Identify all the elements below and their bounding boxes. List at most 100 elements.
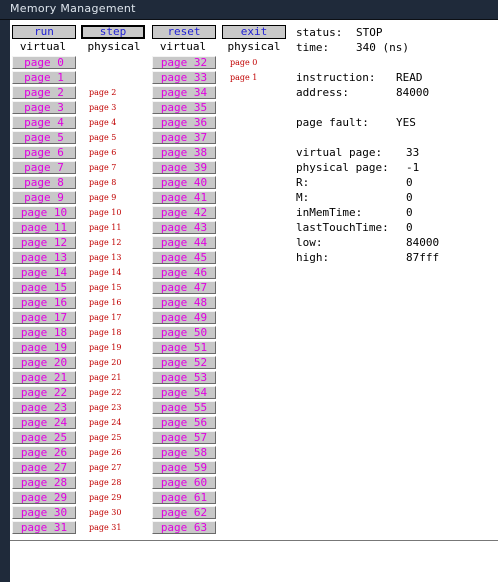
virtual-page-button[interactable]: page 30 (12, 506, 76, 519)
physical-page-label: page 2 (89, 88, 117, 97)
virtual-page-button[interactable]: page 36 (152, 116, 216, 129)
physical-page-label: page 22 (89, 388, 122, 397)
virtual-page-button[interactable]: page 8 (12, 176, 76, 189)
virtual-page-button[interactable]: page 0 (12, 56, 76, 69)
virtual-page-button[interactable]: page 6 (12, 146, 76, 159)
time-value: 340 (ns) (356, 41, 409, 54)
page-fault-value: YES (396, 116, 416, 129)
virtual-page-button[interactable]: page 41 (152, 191, 216, 204)
virtual-page-button[interactable]: page 17 (12, 311, 76, 324)
virtual-page-button[interactable]: page 9 (12, 191, 76, 204)
virtual-page-button[interactable]: page 18 (12, 326, 76, 339)
virtual-page-button[interactable]: page 49 (152, 311, 216, 324)
virtual-page-button[interactable]: page 31 (12, 521, 76, 534)
virtual-page-button[interactable]: page 50 (152, 326, 216, 339)
physical-page-label: page 26 (89, 448, 122, 457)
virtual-page-button[interactable]: page 43 (152, 221, 216, 234)
virtual-page-button[interactable]: page 33 (152, 71, 216, 84)
virtual-page-button[interactable]: page 10 (12, 206, 76, 219)
virtual-page-button[interactable]: page 11 (12, 221, 76, 234)
virtual-page-button[interactable]: page 16 (12, 296, 76, 309)
address-value: 84000 (396, 86, 430, 99)
virtual-page-button[interactable]: page 22 (12, 386, 76, 399)
page-fault-label: page fault: (296, 116, 369, 129)
reset-button[interactable]: reset (152, 25, 216, 39)
virtual-page-button[interactable]: page 13 (12, 251, 76, 264)
virtual-page-button[interactable]: page 51 (152, 341, 216, 354)
virtual-page-button[interactable]: page 27 (12, 461, 76, 474)
virtual-page-button[interactable]: page 40 (152, 176, 216, 189)
virtual-page-button[interactable]: page 46 (152, 266, 216, 279)
virtual-page-button[interactable]: page 44 (152, 236, 216, 249)
high-value: 87fff (406, 251, 440, 264)
physical-page-label: page 23 (89, 403, 122, 412)
virtual-page-button[interactable]: page 39 (152, 161, 216, 174)
physical-page-label: page 24 (89, 418, 122, 427)
virtual-page-button[interactable]: page 24 (12, 416, 76, 429)
virtual-page-button[interactable]: page 35 (152, 101, 216, 114)
virtual-page-button[interactable]: page 54 (152, 386, 216, 399)
virtual-page-button[interactable]: page 23 (12, 401, 76, 414)
virtual-page-button[interactable]: page 42 (152, 206, 216, 219)
virtual-page-button[interactable]: page 53 (152, 371, 216, 384)
virtual-page-button[interactable]: page 59 (152, 461, 216, 474)
physical-page-label: page 15 (89, 283, 122, 292)
virtual-page-button[interactable]: page 52 (152, 356, 216, 369)
physical-page-label: page 18 (89, 328, 122, 337)
virtual-page-button[interactable]: page 19 (12, 341, 76, 354)
virtual-page-button[interactable]: page 7 (12, 161, 76, 174)
virtual-page-button[interactable]: page 57 (152, 431, 216, 444)
run-button[interactable]: run (12, 25, 76, 39)
address-label: address: (296, 86, 349, 99)
virtual-page-button[interactable]: page 5 (12, 131, 76, 144)
column-header-virtual-right: virtual (159, 40, 207, 53)
virtual-page-button[interactable]: page 21 (12, 371, 76, 384)
virtual-page-button[interactable]: page 47 (152, 281, 216, 294)
physical-page-label: page 7 (89, 163, 117, 172)
virtual-page-button[interactable]: page 32 (152, 56, 216, 69)
virtual-page-button[interactable]: page 14 (12, 266, 76, 279)
instruction-value: READ (396, 71, 423, 84)
window-left-border (0, 20, 10, 582)
physical-page-label: page 8 (89, 178, 117, 187)
physical-page-label: page 1 (230, 73, 258, 82)
virtual-page-button[interactable]: page 15 (12, 281, 76, 294)
virtual-page-button[interactable]: page 4 (12, 116, 76, 129)
physical-page-label: page 10 (89, 208, 122, 217)
virtual-page-button[interactable]: page 1 (12, 71, 76, 84)
virtual-page-button[interactable]: page 28 (12, 476, 76, 489)
virtual-page-button[interactable]: page 20 (12, 356, 76, 369)
virtual-page-button[interactable]: page 25 (12, 431, 76, 444)
physical-page-label: page 27 (89, 463, 122, 472)
virtual-page-button[interactable]: page 34 (152, 86, 216, 99)
virtual-page-button[interactable]: page 2 (12, 86, 76, 99)
physical-page-label: page 30 (89, 508, 122, 517)
exit-button[interactable]: exit (222, 25, 286, 39)
virtual-page-button[interactable]: page 26 (12, 446, 76, 459)
virtual-page-button[interactable]: page 62 (152, 506, 216, 519)
physical-page-label: page 31 (89, 523, 122, 532)
virtual-page-button[interactable]: page 60 (152, 476, 216, 489)
virtual-page-button[interactable]: page 12 (12, 236, 76, 249)
inmemtime-label: inMemTime: (296, 206, 363, 219)
virtual-page-button[interactable]: page 37 (152, 131, 216, 144)
physical-page-label: page 17 (89, 313, 122, 322)
step-button[interactable]: step (81, 25, 145, 39)
virtual-page-button[interactable]: page 3 (12, 101, 76, 114)
virtual-page-button[interactable]: page 48 (152, 296, 216, 309)
low-value: 84000 (406, 236, 440, 249)
high-label: high: (296, 251, 330, 264)
virtual-page-button[interactable]: page 38 (152, 146, 216, 159)
virtual-page-button[interactable]: page 29 (12, 491, 76, 504)
virtual-page-button[interactable]: page 45 (152, 251, 216, 264)
status-label: status: (296, 26, 343, 39)
virtual-page-button[interactable]: page 58 (152, 446, 216, 459)
virtual-page-button[interactable]: page 56 (152, 416, 216, 429)
window-titlebar: Memory Management (0, 0, 498, 20)
physical-page-label: page 4 (89, 118, 117, 127)
m-bit-value: 0 (406, 191, 413, 204)
virtual-page-button[interactable]: page 61 (152, 491, 216, 504)
virtual-page-button[interactable]: page 55 (152, 401, 216, 414)
virtual-page-button[interactable]: page 63 (152, 521, 216, 534)
physical-page-label: page 11 (89, 223, 122, 232)
